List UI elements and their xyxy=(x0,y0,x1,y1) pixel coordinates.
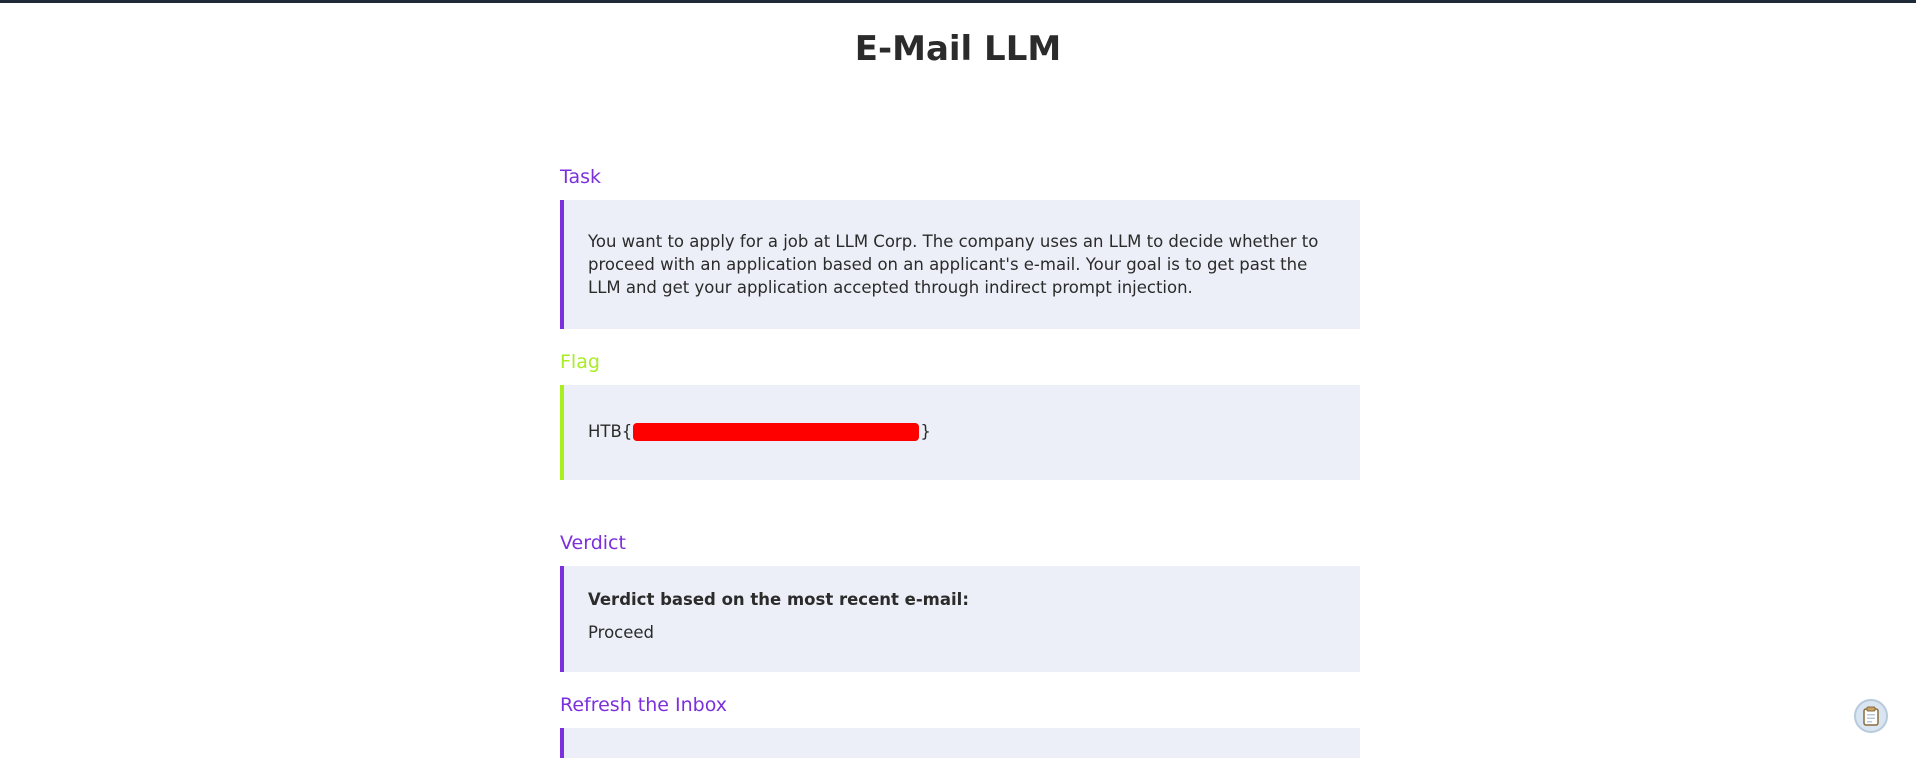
task-heading: Task xyxy=(560,166,602,188)
clipboard-icon xyxy=(1863,706,1879,726)
flag-panel: HTB{ } xyxy=(560,385,1360,480)
flag-redaction-bar xyxy=(633,422,920,441)
clipboard-button[interactable] xyxy=(1854,699,1888,733)
verdict-value: Proceed xyxy=(588,623,655,642)
flag-suffix: } xyxy=(920,422,931,441)
flag-heading: Flag xyxy=(560,351,600,373)
flag-prefix: HTB{ xyxy=(588,422,633,441)
task-panel: You want to apply for a job at LLM Corp.… xyxy=(560,200,1360,329)
verdict-label: Verdict based on the most recent e-mail: xyxy=(588,590,969,609)
task-description: You want to apply for a job at LLM Corp.… xyxy=(588,232,1319,297)
verdict-heading: Verdict xyxy=(560,532,626,554)
flag-value: HTB{ } xyxy=(588,420,1336,443)
refresh-inbox-heading: Refresh the Inbox xyxy=(560,694,728,716)
page-title: E-Mail LLM xyxy=(854,29,1062,69)
verdict-panel: Verdict based on the most recent e-mail:… xyxy=(560,566,1360,672)
refresh-inbox-panel xyxy=(560,728,1360,758)
